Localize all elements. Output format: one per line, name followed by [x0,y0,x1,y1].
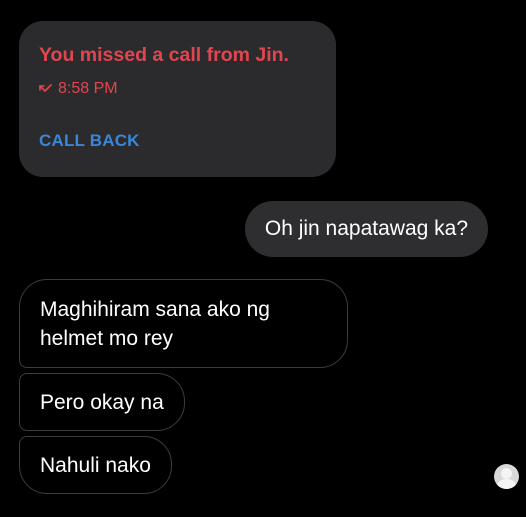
incoming-message[interactable]: Maghihiram sana ako ng helmet mo rey [19,279,348,368]
incoming-message[interactable]: Pero okay na [19,373,185,431]
incoming-message-text: Maghihiram sana ako ng helmet mo rey [40,297,270,350]
missed-call-title: You missed a call from Jin. [39,44,289,66]
missed-call-card: You missed a call from Jin. 8:58 PM CALL… [19,21,336,177]
avatar-icon [501,468,512,479]
avatar-shoulders [497,479,516,489]
call-back-button[interactable]: CALL BACK [39,131,140,151]
missed-call-arrow-icon [39,84,52,92]
incoming-message[interactable]: Nahuli nako [19,436,172,494]
read-receipt-avatar [494,464,519,489]
outgoing-message[interactable]: Oh jin napatawag ka? [244,201,488,257]
missed-call-time-row: 8:58 PM [39,80,118,98]
missed-call-time: 8:58 PM [58,80,118,97]
